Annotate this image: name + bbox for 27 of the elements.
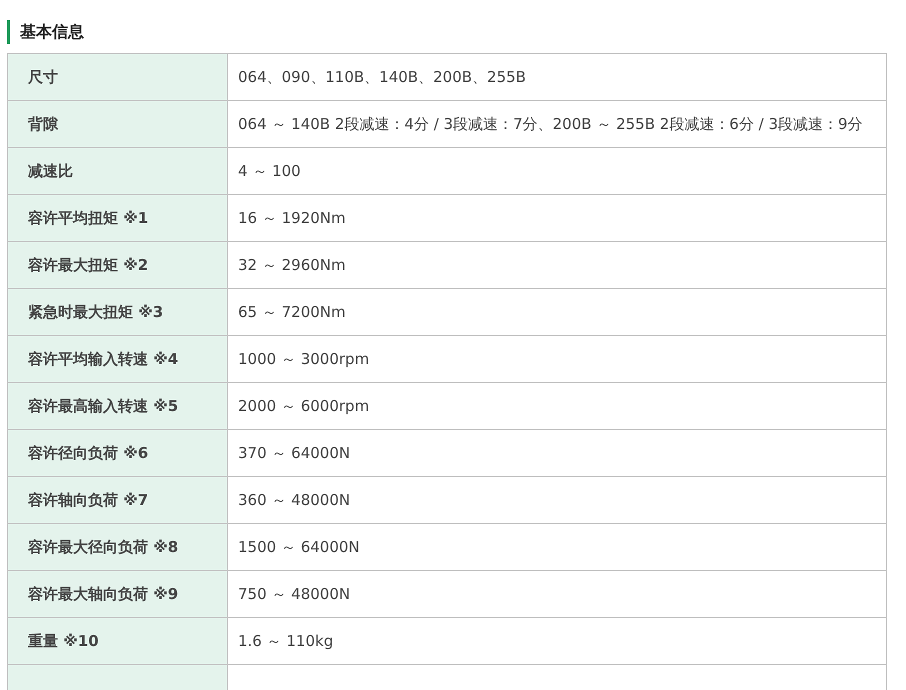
row-label: 容许轴向负荷 ※7	[8, 476, 228, 524]
row-value: 370 ～ 64000N	[228, 430, 886, 476]
row-value: 16 ～ 1920Nm	[228, 194, 886, 242]
row-value: 064、090、110B、140B、200B、255B	[228, 54, 886, 100]
row-value: 2000 ～ 6000rpm	[228, 382, 886, 430]
row-label: 背隙	[8, 100, 228, 148]
section-title: 基本信息	[7, 20, 886, 44]
row-label: 容许径向负荷 ※6	[8, 430, 228, 476]
row-value: 1.6 ～ 110kg	[228, 618, 886, 664]
row-label: 容许最高输入转速 ※5	[8, 382, 228, 430]
row-label: 容许平均扭矩 ※1	[8, 194, 228, 242]
row-label: 容许平均输入转速 ※4	[8, 336, 228, 382]
row-value: 750 ～ 48000N	[228, 570, 886, 618]
row-label: 容许最大径向负荷 ※8	[8, 524, 228, 570]
row-value: 65 ～ 7200Nm	[228, 288, 886, 336]
row-label: 减速比	[8, 148, 228, 194]
row-value: 064 ～ 140B 2段减速：4分 / 3段减速：7分、200B ～ 255B 2段减速：6分 / 3段减速：9分	[228, 100, 886, 148]
row-label: 重量 ※10	[8, 618, 228, 664]
row-value: 32 ～ 2960Nm	[228, 242, 886, 288]
row-value: 1000 ～ 3000rpm	[228, 336, 886, 382]
row-label: 尺寸	[8, 54, 228, 100]
row-label: 容许最大轴向负荷 ※9	[8, 570, 228, 618]
row-label: 容许最大扭矩 ※2	[8, 242, 228, 288]
row-value: 360 ～ 48000N	[228, 476, 886, 524]
row-label: 紧急时最大扭矩 ※3	[8, 288, 228, 336]
row-value: 1500 ～ 64000N	[228, 524, 886, 570]
row-value: 4 ～ 100	[228, 148, 886, 194]
